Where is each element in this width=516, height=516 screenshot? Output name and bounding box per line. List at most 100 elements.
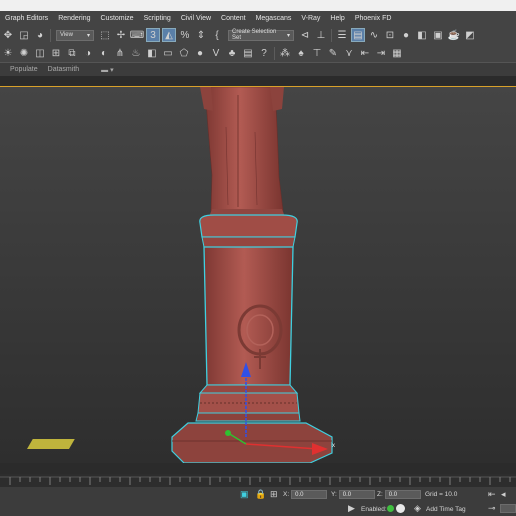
list-icon[interactable]: ▤: [241, 47, 255, 61]
plane-icon[interactable]: ▭: [161, 47, 175, 61]
menu-help[interactable]: Help: [325, 15, 349, 22]
separator: [50, 28, 51, 42]
select-manipulate-icon[interactable]: ✢: [114, 28, 128, 42]
grid-readout: Grid = 10.0: [425, 490, 457, 499]
lock-icon[interactable]: 🔒: [255, 489, 266, 500]
main-toolbar: ✥ ◲ ◕ View ▾ ⬚ ✢ ⌨ 3 ◭ % ⇕ { Create Selec…: [0, 25, 516, 45]
statue-figure[interactable]: [200, 87, 285, 217]
z-field[interactable]: 0.0: [384, 490, 421, 499]
spinner-snap-icon[interactable]: ⇕: [194, 28, 208, 42]
tshirt-icon[interactable]: ⊤: [310, 47, 324, 61]
scale-icon[interactable]: ◲: [17, 28, 31, 42]
vray-icon[interactable]: V: [209, 47, 223, 61]
fur-icon[interactable]: ⋔: [113, 47, 127, 61]
export-icon[interactable]: ⇤: [358, 47, 372, 61]
tree-icon[interactable]: ♣: [225, 47, 239, 61]
time-tag[interactable]: Add Time Tag: [426, 505, 466, 514]
cube-icon[interactable]: ◧: [145, 47, 159, 61]
ribbon: Populate Datasmith ▬ ▾: [0, 62, 516, 76]
viewport-scene: x: [26, 87, 335, 463]
menu-civil-view[interactable]: Civil View: [176, 15, 216, 22]
light-icon[interactable]: ☀: [1, 47, 15, 61]
angle-snap-icon[interactable]: ◭: [162, 28, 176, 42]
render-production-icon[interactable]: ◩: [463, 28, 477, 42]
isolate-selection-icon[interactable]: ▣: [240, 489, 249, 500]
menu-customize[interactable]: Customize: [96, 15, 139, 22]
y-field[interactable]: 0.0: [338, 490, 375, 499]
menu-rendering[interactable]: Rendering: [53, 15, 95, 22]
material-sphere-icon[interactable]: ●: [193, 47, 207, 61]
clone-icon[interactable]: ⧉: [65, 47, 79, 61]
render-teapot-icon[interactable]: ☕: [447, 28, 461, 42]
absolute-mode-icon[interactable]: ⊞: [270, 489, 278, 500]
helper-icon[interactable]: ⊞: [49, 47, 63, 61]
menu-vray[interactable]: V-Ray: [296, 15, 325, 22]
timer-icon[interactable]: [396, 504, 405, 513]
enabled-indicator[interactable]: [387, 505, 394, 512]
sun-icon[interactable]: ✺: [17, 47, 31, 61]
schematic-view-icon[interactable]: ⊡: [383, 28, 397, 42]
title-strip: [0, 0, 516, 11]
svg-text:x: x: [332, 443, 335, 449]
ribbon-options-icon[interactable]: ▬ ▾: [101, 66, 113, 74]
selection-set-dropdown[interactable]: Create Selection Set ▾: [228, 29, 294, 41]
prev-frame-icon[interactable]: ◂: [501, 489, 506, 500]
reference-coordinate-dropdown[interactable]: View ▾: [56, 29, 94, 41]
bevel-icon[interactable]: ⬠: [177, 47, 191, 61]
tab-datasmith[interactable]: Datasmith: [48, 66, 80, 73]
set-key-icon[interactable]: ⊸: [488, 503, 496, 514]
pivot-icon[interactable]: ⬚: [98, 28, 112, 42]
keyboard-shortcut-icon[interactable]: ⌨: [130, 28, 144, 42]
percent-snap-icon[interactable]: %: [178, 28, 192, 42]
snap-label: 3: [150, 29, 156, 41]
timeline-ticks: [0, 476, 516, 485]
secondary-toolbar: ☀ ✺ ◫ ⊞ ⧉ ◑ ◐ ⋔ ♨ ◧ ▭ ⬠ ● V ♣ ▤ ? ⁂ ♠ ⊤ …: [0, 45, 516, 62]
fire-icon[interactable]: ♨: [129, 47, 143, 61]
mirror-icon[interactable]: ⊲: [298, 28, 312, 42]
enabled-label: Enabled:: [361, 506, 387, 513]
menu-graph-editors[interactable]: Graph Editors: [0, 15, 53, 22]
brush-icon[interactable]: ✎: [326, 47, 340, 61]
batch-icon[interactable]: ▦: [390, 47, 404, 61]
x-field[interactable]: 0.0: [291, 490, 328, 499]
proxy-icon[interactable]: ◐: [97, 47, 111, 61]
help-icon[interactable]: ?: [257, 47, 271, 61]
tab-populate[interactable]: Populate: [10, 66, 38, 73]
pedestal[interactable]: [171, 214, 333, 463]
chevron-down-icon: ▾: [86, 32, 90, 39]
rendered-frame-icon[interactable]: ▣: [431, 28, 445, 42]
snap-toggle-icon[interactable]: 3: [146, 28, 160, 42]
camera-icon[interactable]: ◫: [33, 47, 47, 61]
scatter-icon[interactable]: ⁂: [278, 47, 292, 61]
scene-explorer-icon[interactable]: ☰: [335, 28, 349, 42]
import-icon[interactable]: ⇥: [374, 47, 388, 61]
move-icon[interactable]: ✥: [1, 28, 15, 42]
key-mode-icon[interactable]: ⇤: [488, 489, 496, 500]
paint-icon[interactable]: ♠: [294, 47, 308, 61]
y-label: Y:: [331, 491, 337, 498]
material-editor-icon[interactable]: ●: [399, 28, 413, 42]
time-config: Enabled:: [361, 505, 387, 514]
menu-scripting[interactable]: Scripting: [139, 15, 176, 22]
x-coordinate: X: 0.0: [283, 490, 328, 499]
script-listener-icon[interactable]: ▶: [348, 503, 355, 514]
menu-phoenix-fd[interactable]: Phoenix FD: [350, 15, 397, 22]
place-icon[interactable]: ◕: [33, 28, 47, 42]
sphere-icon[interactable]: ◑: [81, 47, 95, 61]
menu-megascans[interactable]: Megascans: [251, 15, 297, 22]
z-coordinate: Z: 0.0: [377, 490, 421, 499]
menu-bar: Graph Editors Rendering Customize Script…: [0, 11, 516, 25]
align-icon[interactable]: ⊥: [314, 28, 328, 42]
y-coordinate: Y: 0.0: [331, 490, 375, 499]
grass-icon[interactable]: ⋎: [342, 47, 356, 61]
z-label: Z:: [377, 491, 383, 498]
layer-explorer-icon[interactable]: ▤: [351, 28, 365, 42]
timeline[interactable]: [0, 474, 516, 487]
render-setup-icon[interactable]: ◧: [415, 28, 429, 42]
edit-named-selection-icon[interactable]: {: [210, 28, 224, 42]
viewport[interactable]: x: [0, 86, 516, 463]
frame-field[interactable]: [500, 504, 516, 513]
curve-editor-icon[interactable]: ∿: [367, 28, 381, 42]
time-tag-icon: ◈: [414, 503, 421, 513]
menu-content[interactable]: Content: [216, 15, 251, 22]
